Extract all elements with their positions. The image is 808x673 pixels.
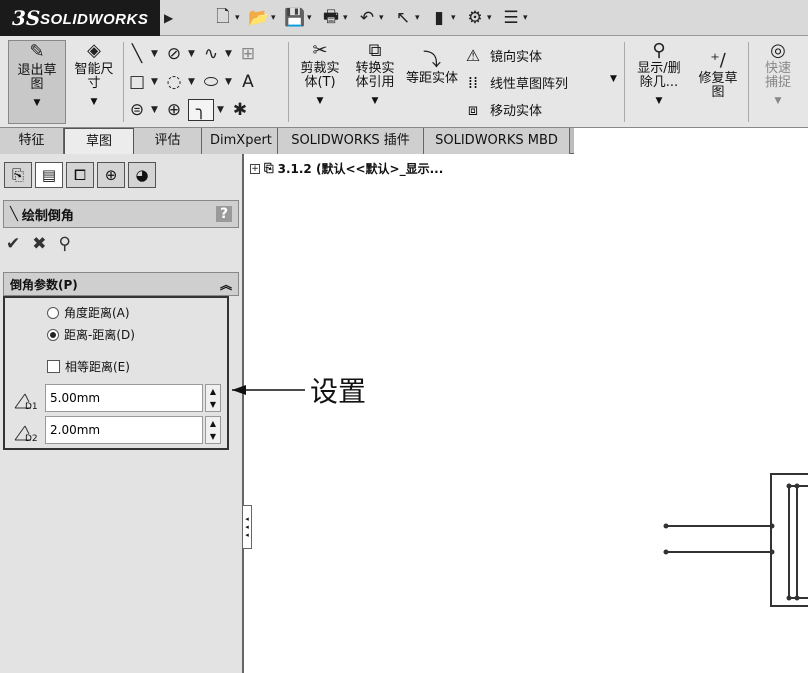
graphics-overlay xyxy=(232,385,808,607)
sketch-geometry[interactable] xyxy=(666,473,808,607)
annotation-label: 设置 xyxy=(310,375,367,408)
callout-arrowhead xyxy=(232,385,246,395)
sketch-points[interactable] xyxy=(663,483,800,601)
